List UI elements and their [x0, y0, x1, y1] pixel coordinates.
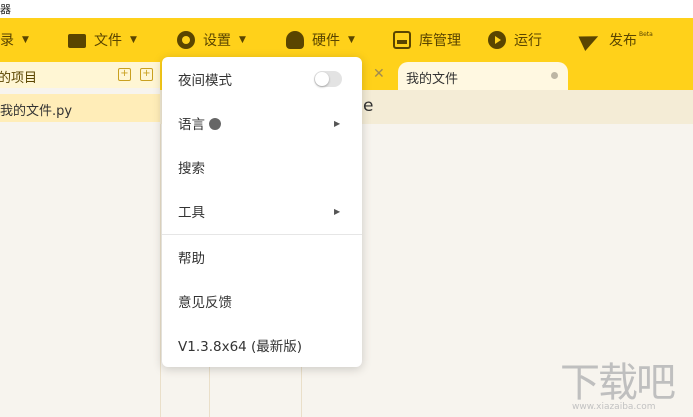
language-label: 语言	[178, 117, 205, 133]
window-title-bar: 器	[0, 0, 693, 18]
globe-icon	[209, 118, 221, 130]
menubar: 录 ▼ 文件 ▼ 设置 ▼ 硬件 ▼ 库管理 运行 发布 Beta	[0, 18, 693, 62]
file-name: 我的文件.py	[0, 104, 73, 119]
chevron-down-icon: ▼	[239, 35, 246, 45]
gear-icon	[177, 31, 195, 49]
menu-item-label: 夜间模式	[178, 73, 232, 89]
menu-item-language[interactable]: 语言 ▶	[162, 103, 362, 143]
hardware-icon	[286, 31, 304, 49]
project-panel: 的项目 + + 我的文件.py	[0, 62, 161, 417]
menu-directory[interactable]: 录 ▼	[0, 18, 29, 62]
menu-settings[interactable]: 设置 ▼	[177, 18, 246, 62]
chevron-down-icon: ▼	[348, 35, 355, 45]
unsaved-dot-icon[interactable]	[551, 72, 558, 79]
menu-item-label: 搜索	[178, 161, 205, 177]
menu-item-version[interactable]: V1.3.8x64 (最新版)	[162, 325, 362, 365]
menu-item-label: 语言	[178, 113, 221, 133]
menu-label: 录	[0, 33, 14, 49]
menu-item-label: 工具	[178, 205, 205, 221]
chevron-down-icon: ▼	[130, 35, 137, 45]
file-list-item[interactable]: 我的文件.py	[0, 94, 160, 122]
menu-label: 设置	[203, 33, 231, 49]
menu-item-label: 意见反馈	[178, 295, 232, 311]
menu-item-search[interactable]: 搜索	[162, 147, 362, 187]
version-label: V1.3.8x64 (最新版)	[178, 339, 303, 355]
folder-icon	[68, 34, 86, 48]
close-icon[interactable]: ✕	[373, 66, 385, 82]
library-icon	[393, 31, 411, 49]
menu-label: 库管理	[419, 33, 461, 49]
night-mode-toggle[interactable]	[314, 71, 342, 87]
code-fragment: e	[363, 96, 374, 116]
watermark: 下载吧 www.xiazaiba.com	[560, 350, 693, 417]
project-panel-title: 的项目	[0, 71, 38, 86]
chevron-right-icon: ▶	[334, 118, 341, 128]
menu-publish[interactable]: 发布 Beta	[578, 18, 653, 62]
settings-dropdown-menu: 夜间模式 语言 ▶ 搜索 工具 ▶ 帮助 意见反馈 V1.3.8x64 (最新版…	[162, 57, 362, 367]
menu-item-feedback[interactable]: 意见反馈	[162, 281, 362, 321]
menu-label: 文件	[94, 33, 122, 49]
menu-library[interactable]: 库管理	[393, 18, 461, 62]
menu-item-tools[interactable]: 工具 ▶	[162, 191, 362, 231]
run-icon	[488, 31, 506, 49]
beta-badge: Beta	[639, 30, 653, 38]
menu-file[interactable]: 文件 ▼	[68, 18, 137, 62]
window-title: 器	[0, 3, 11, 16]
chevron-down-icon: ▼	[22, 35, 29, 45]
watermark-logo: 下载吧	[560, 360, 676, 406]
menu-label: 运行	[514, 33, 542, 49]
add-file-icon[interactable]: +	[118, 68, 131, 81]
menu-hardware[interactable]: 硬件 ▼	[286, 18, 355, 62]
menu-label: 发布	[609, 33, 637, 49]
menu-item-label: 帮助	[178, 251, 205, 267]
menu-item-help[interactable]: 帮助	[162, 237, 362, 277]
toggle-knob	[315, 72, 329, 86]
tab-label: 我的文件	[406, 72, 459, 87]
add-folder-icon[interactable]: +	[140, 68, 153, 81]
menu-separator	[162, 234, 362, 235]
chevron-right-icon: ▶	[334, 206, 341, 216]
project-panel-header: 的项目 + +	[0, 62, 160, 88]
menu-label: 硬件	[312, 33, 340, 49]
tab-my-file[interactable]: 我的文件	[398, 62, 568, 90]
menu-item-night-mode[interactable]: 夜间模式	[162, 59, 362, 99]
watermark-url: www.xiazaiba.com	[572, 402, 656, 412]
menu-run[interactable]: 运行	[488, 18, 542, 62]
send-icon	[578, 28, 602, 52]
